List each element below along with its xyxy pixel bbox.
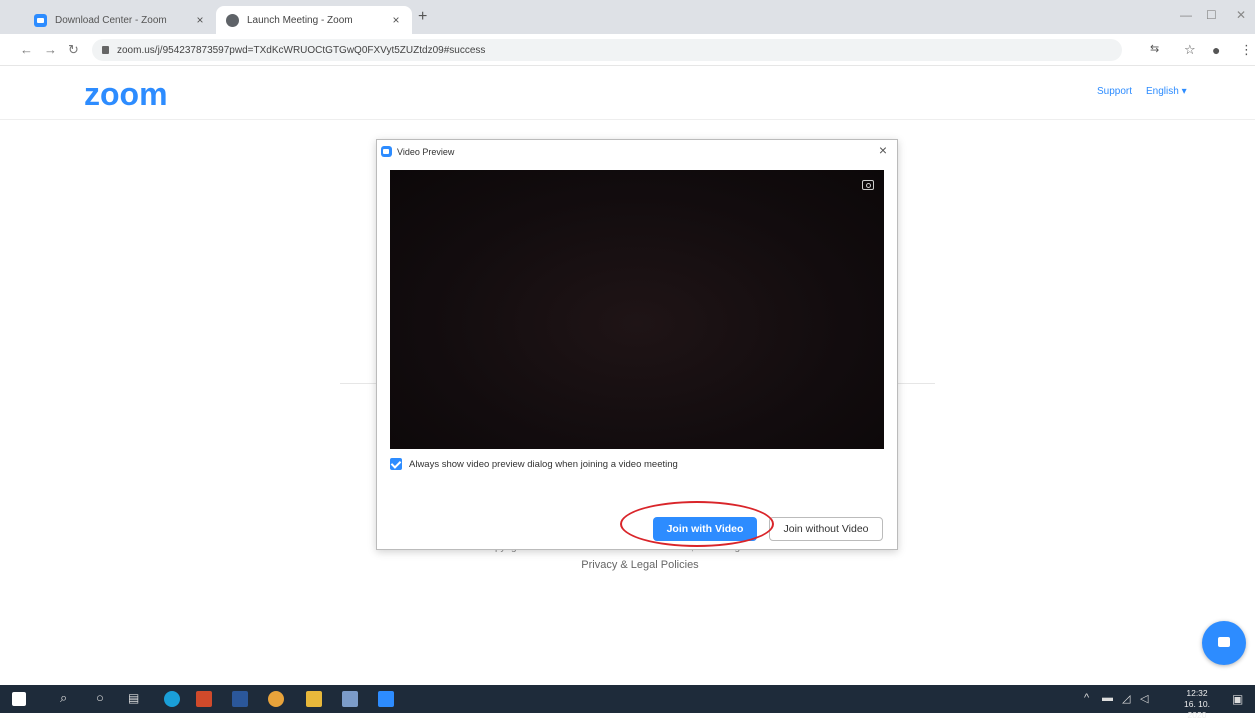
clock-time: 12:32 bbox=[1186, 688, 1208, 698]
zoom-icon bbox=[34, 13, 47, 27]
system-clock[interactable]: 12:32 16. 10. 2020 bbox=[1175, 688, 1219, 721]
reload-icon[interactable]: ↻ bbox=[68, 42, 79, 58]
volume-icon[interactable]: ◁ bbox=[1140, 692, 1148, 705]
switch-camera-icon[interactable] bbox=[862, 180, 874, 190]
clock-date: 16. 10. 2020 bbox=[1184, 699, 1210, 720]
zoom-page-header: zoom Support English ▾ bbox=[0, 66, 1255, 120]
task-view-icon[interactable]: ▤ bbox=[128, 691, 139, 705]
preview-option[interactable]: Always show video preview dialog when jo… bbox=[390, 458, 678, 470]
zoom-icon bbox=[381, 146, 392, 157]
video-preview bbox=[390, 170, 884, 449]
tray-chevron-icon[interactable]: ^ bbox=[1084, 692, 1089, 704]
back-icon[interactable]: ← bbox=[20, 42, 33, 57]
file-explorer-icon[interactable] bbox=[306, 691, 322, 707]
support-link[interactable]: Support bbox=[1097, 86, 1132, 97]
close-tab-icon[interactable]: × bbox=[390, 13, 402, 27]
tab-download-center[interactable]: Download Center - Zoom × bbox=[24, 6, 216, 34]
zoom-logo[interactable]: zoom bbox=[84, 76, 168, 113]
checkbox-label: Always show video preview dialog when jo… bbox=[409, 458, 678, 470]
red-highlight-circle bbox=[620, 501, 774, 547]
browser-toolbar: ← → ↻ zoom.us/j/954237873597pwd=TXdKcWRU… bbox=[0, 34, 1255, 66]
windows-taskbar: ⌕ ○ ▤ ^ ▬ ◿ ◁ 12:32 16. 10. 2020 ▣ bbox=[0, 685, 1255, 720]
maximize-icon[interactable]: ☐ bbox=[1206, 8, 1217, 22]
translate-icon[interactable]: ⇆ bbox=[1150, 42, 1159, 55]
tab-launch-meeting[interactable]: Launch Meeting - Zoom × bbox=[216, 6, 412, 34]
checkbox-checked-icon[interactable] bbox=[390, 458, 402, 470]
zoom-taskbar-icon[interactable] bbox=[378, 691, 394, 707]
tab-title: Launch Meeting - Zoom bbox=[247, 14, 353, 26]
minimize-icon[interactable]: — bbox=[1180, 8, 1192, 22]
new-tab-button[interactable]: + bbox=[418, 8, 427, 26]
menu-icon[interactable]: ⋮ bbox=[1240, 42, 1253, 58]
windows-start-icon[interactable] bbox=[12, 692, 26, 706]
video-preview-dialog: Video Preview × Always show video previe… bbox=[376, 139, 898, 550]
close-window-icon[interactable]: ✕ bbox=[1236, 8, 1246, 22]
chrome-icon[interactable] bbox=[268, 691, 284, 707]
network-icon[interactable]: ◿ bbox=[1122, 692, 1130, 705]
browser-tab-strip: Download Center - Zoom × Launch Meeting … bbox=[0, 0, 1255, 34]
edge-icon[interactable] bbox=[164, 691, 180, 707]
tab-title: Download Center - Zoom bbox=[55, 14, 167, 26]
forward-icon[interactable]: → bbox=[44, 42, 57, 57]
join-without-video-button[interactable]: Join without Video bbox=[769, 517, 883, 541]
bookmark-star-icon[interactable]: ☆ bbox=[1184, 42, 1196, 58]
dialog-title: Video Preview bbox=[397, 146, 455, 157]
powerpoint-icon[interactable] bbox=[196, 691, 212, 707]
profile-icon[interactable]: ● bbox=[1212, 42, 1220, 58]
globe-icon bbox=[226, 13, 239, 27]
close-icon[interactable]: × bbox=[879, 142, 887, 158]
dialog-titlebar: Video Preview bbox=[381, 146, 454, 157]
close-tab-icon[interactable]: × bbox=[194, 13, 206, 27]
address-bar[interactable]: zoom.us/j/954237873597pwd=TXdKcWRUOCtGTG… bbox=[92, 39, 1122, 61]
chat-bubble-icon[interactable] bbox=[1202, 621, 1246, 665]
notifications-icon[interactable]: ▣ bbox=[1232, 692, 1243, 706]
app-icon[interactable] bbox=[342, 691, 358, 707]
privacy-link[interactable]: Privacy & Legal Policies bbox=[540, 559, 740, 571]
word-icon[interactable] bbox=[232, 691, 248, 707]
language-dropdown[interactable]: English ▾ bbox=[1146, 86, 1187, 97]
cortana-icon[interactable]: ○ bbox=[96, 690, 104, 705]
battery-icon[interactable]: ▬ bbox=[1102, 692, 1113, 704]
lock-icon bbox=[102, 46, 109, 54]
search-icon[interactable]: ⌕ bbox=[60, 690, 67, 706]
url-text: zoom.us/j/954237873597pwd=TXdKcWRUOCtGTG… bbox=[117, 44, 486, 56]
